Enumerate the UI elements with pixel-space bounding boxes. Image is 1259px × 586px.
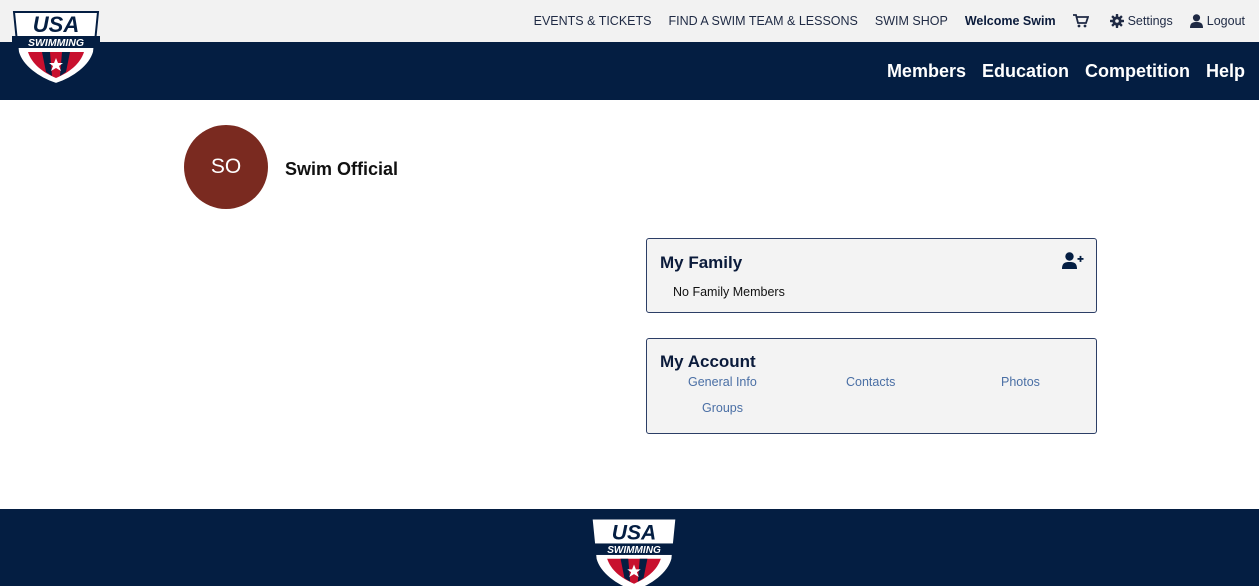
usa-swimming-logo[interactable]: USA SWIMMING (8, 8, 104, 86)
my-family-card: My Family No Family Members (646, 238, 1097, 313)
cart-icon (1072, 14, 1089, 28)
main-nav-bar: Members Education Competition Help (0, 42, 1259, 100)
avatar-initials: SO (210, 155, 242, 178)
swim-shop-link[interactable]: SWIM SHOP (875, 14, 948, 28)
cart-button[interactable] (1072, 14, 1093, 28)
events-tickets-link[interactable]: EVENTS & TICKETS (534, 14, 652, 28)
my-account-card: My Account General Info Contacts Photos … (646, 338, 1097, 434)
my-account-title: My Account (660, 352, 756, 371)
welcome-text: Welcome Swim (964, 14, 1056, 28)
no-family-members-text: No Family Members (673, 285, 785, 299)
contacts-link[interactable]: Contacts (846, 375, 895, 389)
photos-link[interactable]: Photos (1001, 375, 1040, 389)
user-icon (1189, 14, 1203, 28)
main-nav: Members Education Competition Help (871, 42, 1245, 100)
footer: USA SWIMMING (0, 509, 1259, 586)
nav-competition[interactable]: Competition (1085, 61, 1190, 82)
nav-education[interactable]: Education (982, 61, 1069, 82)
utility-bar: EVENTS & TICKETS FIND A SWIM TEAM & LESS… (0, 0, 1259, 42)
settings-label: Settings (1127, 14, 1173, 28)
logo-swimming-text: SWIMMING (28, 37, 84, 49)
footer-logo-swimming-text: SWIMMING (607, 545, 661, 556)
footer-logo[interactable]: USA SWIMMING (588, 516, 680, 586)
logo-usa-text: USA (33, 12, 79, 37)
settings-link[interactable]: Settings (1109, 14, 1173, 28)
nav-members[interactable]: Members (887, 61, 966, 82)
avatar: SO (184, 125, 268, 209)
logout-label: Logout (1206, 14, 1245, 28)
add-family-member-button[interactable] (1062, 252, 1084, 270)
groups-link[interactable]: Groups (702, 401, 743, 415)
utility-nav: EVENTS & TICKETS FIND A SWIM TEAM & LESS… (517, 0, 1245, 42)
nav-help[interactable]: Help (1206, 61, 1245, 82)
profile-name: Swim Official (285, 159, 399, 179)
find-swim-team-link[interactable]: FIND A SWIM TEAM & LESSONS (668, 14, 857, 28)
footer-logo-usa-text: USA (612, 522, 657, 545)
add-user-icon (1062, 252, 1084, 274)
general-info-link[interactable]: General Info (688, 375, 757, 389)
logout-link[interactable]: Logout (1189, 14, 1245, 28)
my-family-title: My Family (660, 253, 743, 272)
gear-icon (1109, 14, 1124, 28)
